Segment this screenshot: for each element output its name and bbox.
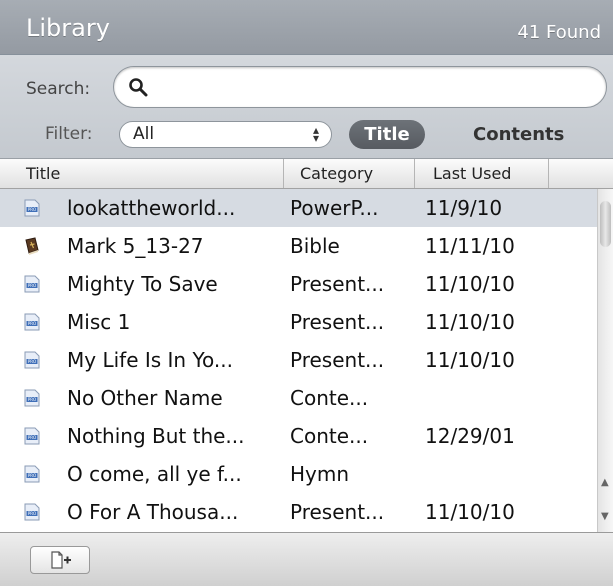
svg-text:PRO: PRO xyxy=(28,435,36,440)
title-toggle-button[interactable]: Title xyxy=(349,120,425,149)
new-document-icon xyxy=(51,551,71,569)
svg-text:PRO: PRO xyxy=(28,359,36,364)
item-title: Mark 5_13-27 xyxy=(67,234,204,258)
filter-select[interactable]: All ▴ ▾ xyxy=(119,121,332,148)
item-category: Conte... xyxy=(290,424,369,448)
item-category: Present... xyxy=(290,500,385,524)
filter-selected-value: All xyxy=(133,124,155,144)
column-last-used[interactable]: Last Used xyxy=(415,159,549,188)
list-item[interactable]: PRO My Life Is In Yo... Present... 11/10/10 xyxy=(0,341,597,379)
svg-text:PRO: PRO xyxy=(28,207,36,212)
svg-text:PRO: PRO xyxy=(28,283,36,288)
svg-text:PRO: PRO xyxy=(28,397,36,402)
new-item-button[interactable] xyxy=(30,546,90,574)
column-header: Title Category Last Used xyxy=(0,158,613,189)
item-category: Conte... xyxy=(290,386,369,410)
list-item[interactable]: PRO Mighty To Save Present... 11/10/10 xyxy=(0,265,597,303)
result-count: 41 Found xyxy=(517,22,601,43)
library-footer xyxy=(0,532,613,586)
search-filter-bar: Search: Filter: All ▴ ▾ Title Contents xyxy=(0,54,613,158)
item-last-used: 12/29/01 xyxy=(425,424,515,448)
item-category: Hymn xyxy=(290,462,350,486)
contents-toggle-button[interactable]: Contents xyxy=(473,120,564,149)
search-icon xyxy=(129,78,148,97)
list-item[interactable]: PRO O For A Thousa... Present... 11/10/10 xyxy=(0,493,597,531)
item-category: Present... xyxy=(290,348,385,372)
item-title: lookattheworld... xyxy=(67,196,236,220)
presentation-icon: PRO xyxy=(24,313,40,331)
item-last-used: 11/10/10 xyxy=(425,310,515,334)
item-category: Bible xyxy=(290,234,340,258)
svg-text:PRO: PRO xyxy=(28,473,36,478)
item-title: Nothing But the... xyxy=(67,424,245,448)
svg-text:PRO: PRO xyxy=(28,511,36,516)
item-category: PowerP... xyxy=(290,196,379,220)
library-title: Library xyxy=(26,14,110,42)
search-input[interactable] xyxy=(156,75,600,101)
svg-text:PRO: PRO xyxy=(28,321,36,326)
scroll-up-arrow-icon[interactable]: ▲ xyxy=(601,477,609,488)
item-title: Misc 1 xyxy=(67,310,131,334)
presentation-icon: PRO xyxy=(24,503,40,521)
bible-icon xyxy=(24,237,40,255)
presentation-icon: PRO xyxy=(24,199,40,217)
presentation-icon: PRO xyxy=(24,389,40,407)
item-last-used: 11/10/10 xyxy=(425,500,515,524)
item-last-used: 11/9/10 xyxy=(425,196,503,220)
presentation-icon: PRO xyxy=(24,275,40,293)
vertical-scrollbar[interactable]: ▲ ▼ xyxy=(597,189,613,532)
updown-arrows-icon: ▴ ▾ xyxy=(312,123,320,145)
filter-label: Filter: xyxy=(45,124,93,144)
scroll-down-arrow-icon[interactable]: ▼ xyxy=(601,511,609,522)
list-item[interactable]: PRO Nothing But the... Conte... 12/29/01 xyxy=(0,417,597,455)
scrollbar-thumb[interactable] xyxy=(600,201,611,247)
item-title: My Life Is In Yo... xyxy=(67,348,233,372)
library-list: PRO lookattheworld... PowerP... 11/9/10 Mark… xyxy=(0,189,597,532)
presentation-icon: PRO xyxy=(24,427,40,445)
item-last-used: 11/11/10 xyxy=(425,234,515,258)
item-title: O For A Thousa... xyxy=(67,500,239,524)
item-category: Present... xyxy=(290,272,385,296)
item-category: Present... xyxy=(290,310,385,334)
item-title: Mighty To Save xyxy=(67,272,218,296)
item-title: O come, all ye f... xyxy=(67,462,242,486)
presentation-icon: PRO xyxy=(24,465,40,483)
item-last-used xyxy=(425,379,585,417)
item-last-used xyxy=(425,455,585,493)
list-item[interactable]: Mark 5_13-27 Bible 11/11/10 xyxy=(0,227,597,265)
list-item[interactable]: PRO O come, all ye f... Hymn xyxy=(0,455,597,493)
item-last-used: 11/10/10 xyxy=(425,272,515,296)
list-item[interactable]: PRO No Other Name Conte... xyxy=(0,379,597,417)
column-title[interactable]: Title xyxy=(0,159,284,188)
search-label: Search: xyxy=(26,79,91,99)
list-item[interactable]: PRO lookattheworld... PowerP... 11/9/10 xyxy=(0,189,597,227)
item-title: No Other Name xyxy=(67,386,223,410)
column-category[interactable]: Category xyxy=(284,159,415,188)
item-last-used: 11/10/10 xyxy=(425,348,515,372)
search-field[interactable] xyxy=(113,66,607,108)
list-item[interactable]: PRO Misc 1 Present... 11/10/10 xyxy=(0,303,597,341)
library-header: Library 41 Found xyxy=(0,0,613,54)
presentation-icon: PRO xyxy=(24,351,40,369)
